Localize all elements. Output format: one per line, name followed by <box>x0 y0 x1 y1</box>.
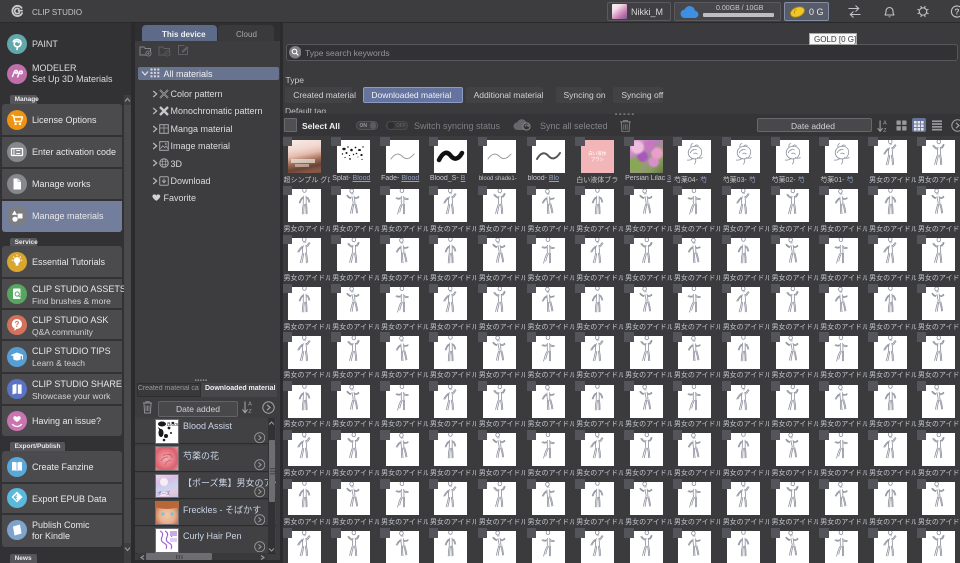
svg-text:?: ? <box>15 320 20 329</box>
svg-text:?: ? <box>954 6 959 16</box>
svg-text:Blood: Blood <box>167 422 179 428</box>
svg-text:Z: Z <box>248 409 252 415</box>
svg-text:A: A <box>883 120 887 126</box>
svg-text:ポーズ: ポーズ <box>157 490 171 497</box>
svg-text:A: A <box>248 402 252 408</box>
svg-text:Z: Z <box>883 128 887 133</box>
